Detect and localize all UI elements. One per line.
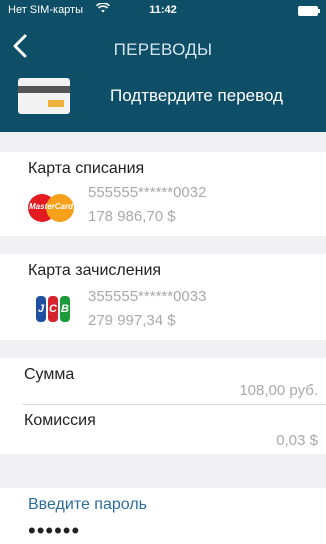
section-separator [0,132,326,152]
section-separator [0,340,326,358]
amount-value: 108,00 руб. [239,382,318,399]
confirm-transfer-heading: Подтвердите перевод [110,86,283,105]
header-panel: Нет SIM-карты 11:42 ПЕРЕВОДЫ Подтвердите… [0,0,326,132]
debit-card-balance: 178 986,70 $ [88,208,176,225]
password-field[interactable] [28,518,228,544]
transfer-details: Карта списания MasterCard 555555******00… [0,132,326,544]
page-title: ПЕРЕВОДЫ [113,40,213,59]
status-bar: Нет SIM-карты 11:42 [0,0,326,20]
debit-card-title: Карта списания [28,160,145,177]
divider [22,404,326,405]
password-label: Введите пароль [28,496,147,513]
section-separator [0,454,326,488]
mastercard-icon: MasterCard [28,194,74,222]
credit-card-icon [18,78,70,114]
jcb-letter-c: C [48,296,58,322]
commission-label: Комиссия [24,412,96,429]
jcb-letter-b: B [60,296,70,322]
amount-label: Сумма [24,366,75,383]
jcb-icon: J C B [36,296,70,322]
commission-value: 0,03 $ [276,432,318,449]
mastercard-label: MasterCard [28,202,73,211]
debit-card-number: 555555******0032 [88,184,207,201]
credit-card-title: Карта зачисления [28,262,162,279]
section-separator [0,236,326,254]
battery-icon [298,6,320,16]
credit-card-number: 355555******0033 [88,288,207,305]
credit-card-balance: 279 997,34 $ [88,312,176,329]
jcb-letter-j: J [36,296,46,322]
clock: 11:42 [149,4,177,16]
